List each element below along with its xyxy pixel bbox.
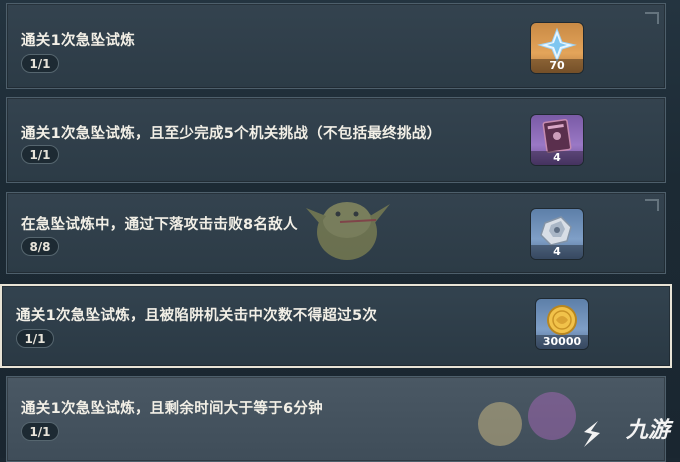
blurred-reward-icon bbox=[478, 392, 576, 446]
progress-badge: 1/1 bbox=[21, 54, 59, 73]
challenge-card[interactable]: 通关1次急坠试炼，且至少完成5个机关挑战（不包括最终挑战） 1/1 4 bbox=[6, 97, 666, 183]
challenge-title: 通关1次急坠试炼，且被陷阱机关击中次数不得超过5次 bbox=[16, 308, 378, 324]
reward-count: 70 bbox=[531, 59, 583, 73]
reward-item[interactable]: 70 bbox=[531, 23, 583, 73]
progress-badge: 1/1 bbox=[16, 329, 54, 348]
challenge-title: 通关1次急坠试炼，且剩余时间大于等于6分钟 bbox=[21, 401, 323, 417]
reward-count: 4 bbox=[531, 245, 583, 259]
corner-decoration bbox=[645, 199, 659, 211]
mascot-watermark bbox=[306, 202, 390, 260]
progress-badge: 8/8 bbox=[21, 237, 59, 256]
reward-item[interactable]: 30000 bbox=[536, 299, 588, 349]
reward-item[interactable]: 4 bbox=[531, 209, 583, 259]
challenge-title: 通关1次急坠试炼 bbox=[21, 33, 135, 49]
challenge-card-selected[interactable]: 通关1次急坠试炼，且被陷阱机关击中次数不得超过5次 1/1 30000 bbox=[0, 284, 672, 368]
challenge-card[interactable]: 通关1次急坠试炼 1/1 70 bbox=[6, 3, 666, 89]
progress-badge: 1/1 bbox=[21, 422, 59, 441]
brand-logo-text: 九游 bbox=[625, 418, 670, 443]
brand-logo-icon bbox=[584, 421, 600, 447]
corner-decoration bbox=[645, 12, 659, 24]
reward-item[interactable]: 4 bbox=[531, 115, 583, 165]
progress-badge: 1/1 bbox=[21, 145, 59, 164]
challenge-title: 在急坠试炼中，通过下落攻击击败8名敌人 bbox=[21, 217, 298, 233]
reward-count: 30000 bbox=[536, 335, 588, 349]
challenge-title: 通关1次急坠试炼，且至少完成5个机关挑战（不包括最终挑战） bbox=[21, 126, 442, 142]
reward-count: 4 bbox=[531, 151, 583, 165]
